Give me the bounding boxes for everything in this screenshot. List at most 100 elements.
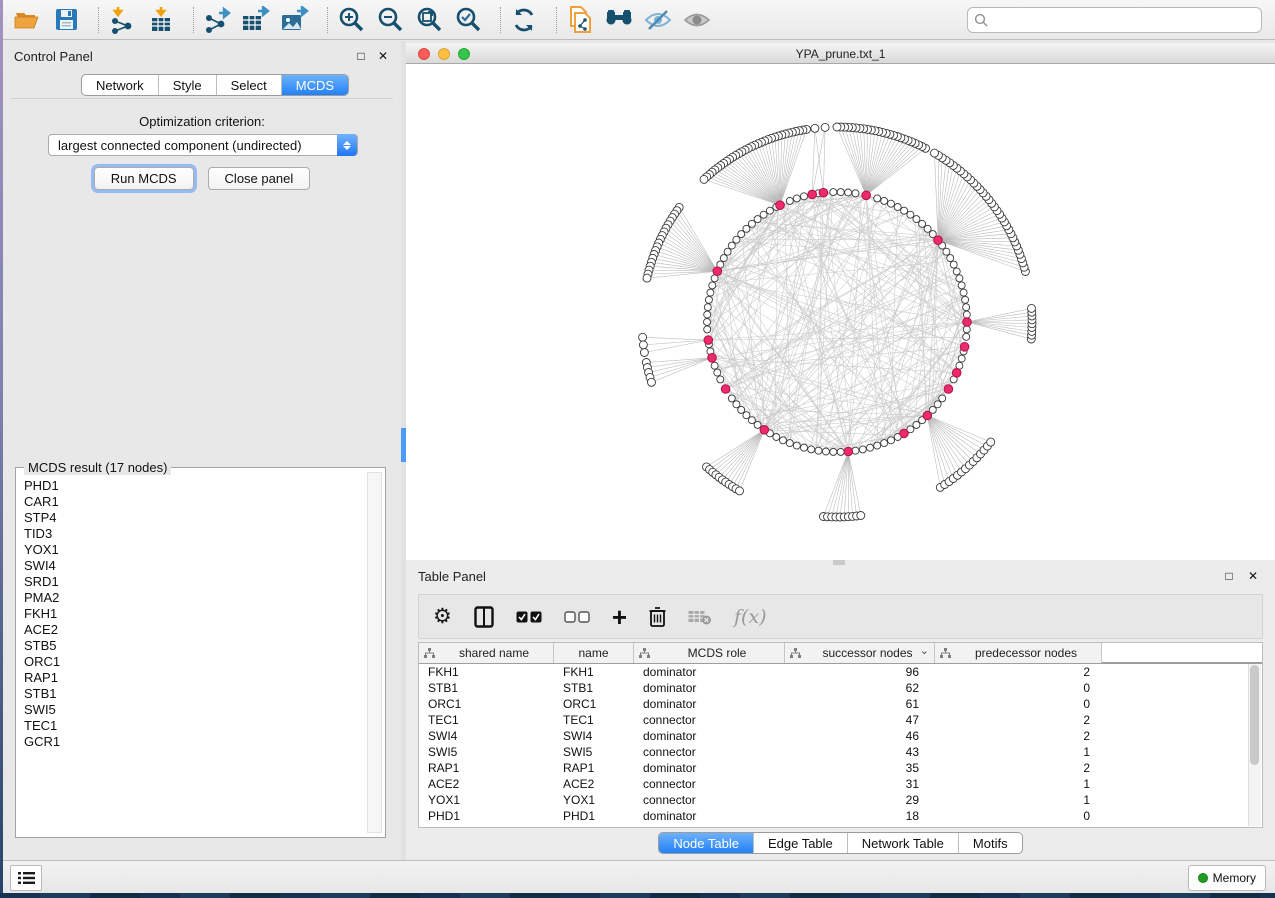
cell-name: ACE2 [554,776,634,792]
splitter-thumb[interactable] [833,560,845,565]
mcds-result-item[interactable]: SWI5 [24,702,365,718]
close-table-panel-icon[interactable]: ✕ [1245,568,1261,584]
toolbar-separator [193,7,194,33]
delete-table-icon[interactable] [688,604,712,630]
mcds-result-item[interactable]: GCR1 [24,734,365,750]
cell-shared_name: SWI5 [419,744,554,760]
cell-name: STB1 [554,680,634,696]
select-all-icon[interactable] [516,604,542,630]
export-image-icon[interactable] [280,5,310,35]
export-table-icon[interactable] [241,5,271,35]
import-network-icon[interactable] [107,5,137,35]
optimization-criterion-select[interactable]: largest connected component (undirected) [48,134,358,156]
tab-select[interactable]: Select [217,75,282,95]
desktop-edge-left [0,0,3,898]
select-stepper-icon[interactable] [337,134,357,156]
float-panel-icon[interactable]: □ [353,48,369,64]
search-box [967,7,1262,33]
column-header-MCDS-role[interactable]: MCDS role [634,643,785,663]
save-session-icon[interactable] [51,5,81,35]
column-header-successor-nodes[interactable]: successor nodes⌄ [785,643,935,663]
column-header-name[interactable]: name [554,643,634,663]
create-column-icon[interactable]: + [612,604,627,630]
tab-edge-table[interactable]: Edge Table [754,833,848,853]
refresh-layout-icon[interactable] [509,5,539,35]
run-mcds-button[interactable]: Run MCDS [94,167,194,190]
table-panel-title: Table Panel [418,569,486,584]
network-canvas[interactable] [406,64,1275,560]
mcds-result-item[interactable]: ORC1 [24,654,365,670]
delete-column-icon[interactable] [649,604,666,630]
zoom-selected-icon[interactable] [453,5,483,35]
zoom-in-icon[interactable] [336,5,366,35]
mcds-result-item[interactable]: TEC1 [24,718,365,734]
column-label: shared name [435,646,553,660]
mcds-result-item[interactable]: RAP1 [24,670,365,686]
column-header-shared-name[interactable]: shared name [419,643,554,663]
function-builder-icon[interactable]: f(x) [734,604,767,630]
table-row[interactable]: YOX1YOX1connector291 [419,792,1262,808]
zoom-fit-icon[interactable] [414,5,444,35]
show-columns-icon[interactable] [474,604,494,630]
first-neighbors-icon[interactable] [604,5,634,35]
cell-name: SWI4 [554,728,634,744]
deselect-all-icon[interactable] [564,604,590,630]
table-row[interactable]: ACE2ACE2connector311 [419,776,1262,792]
float-table-panel-icon[interactable]: □ [1221,568,1237,584]
criterion-value: largest connected component (undirected) [58,138,302,153]
hide-selected-icon[interactable] [643,5,673,35]
mcds-result-title: MCDS result (17 nodes) [24,460,171,475]
search-input[interactable] [989,10,1261,30]
table-scrollbar-thumb[interactable] [1250,665,1259,765]
mcds-result-item[interactable]: STP4 [24,510,365,526]
cell-predecessor_nodes: 2 [935,760,1102,776]
mcds-result-item[interactable]: YOX1 [24,542,365,558]
cell-mcds_role: dominator [634,664,785,680]
zoom-out-icon[interactable] [375,5,405,35]
mcds-result-item[interactable]: STB5 [24,638,365,654]
table-row[interactable]: FKH1FKH1dominator962 [419,664,1262,680]
export-network-icon[interactable] [202,5,232,35]
tab-mcds[interactable]: MCDS [282,75,348,95]
mcds-result-item[interactable]: TID3 [24,526,365,542]
control-panel-tabbar: NetworkStyleSelectMCDS [81,74,349,96]
tab-network[interactable]: Network [82,75,159,95]
mcds-list-scrollbar[interactable] [367,472,382,833]
sort-desc-icon[interactable]: ⌄ [920,644,929,657]
tab-network-table[interactable]: Network Table [848,833,959,853]
column-header-predecessor-nodes[interactable]: predecessor nodes [935,643,1102,663]
mcds-result-item[interactable]: SRD1 [24,574,365,590]
cell-mcds_role: dominator [634,680,785,696]
new-network-from-selection-icon[interactable] [565,5,595,35]
mcds-result-item[interactable]: PHD1 [24,478,365,494]
mcds-result-item[interactable]: FKH1 [24,606,365,622]
tab-node-table[interactable]: Node Table [659,833,754,853]
open-session-icon[interactable] [12,5,42,35]
cell-shared_name: STB1 [419,680,554,696]
mcds-result-item[interactable]: SWI4 [24,558,365,574]
task-history-button[interactable] [10,865,42,891]
mcds-result-box: MCDS result (17 nodes) PHD1CAR1STP4TID3Y… [15,467,386,838]
table-scrollbar[interactable] [1248,664,1261,826]
mcds-result-item[interactable]: PMA2 [24,590,365,606]
memory-button[interactable]: Memory [1188,865,1266,891]
close-panel-button[interactable]: Close panel [208,167,311,190]
table-row[interactable]: STB1STB1dominator620 [419,680,1262,696]
network-view-titlebar[interactable]: YPA_prune.txt_1 [406,43,1275,64]
mcds-result-item[interactable]: ACE2 [24,622,365,638]
tab-style[interactable]: Style [159,75,217,95]
mcds-result-item[interactable]: CAR1 [24,494,365,510]
cell-successor_nodes: 62 [785,680,935,696]
import-table-icon[interactable] [146,5,176,35]
table-row[interactable]: SWI5SWI5connector431 [419,744,1262,760]
table-settings-icon[interactable]: ⚙ [433,604,452,630]
tab-motifs[interactable]: Motifs [959,833,1022,853]
mcds-result-item[interactable]: STB1 [24,686,365,702]
table-row[interactable]: PHD1PHD1dominator180 [419,808,1262,824]
close-panel-icon[interactable]: ✕ [375,48,391,64]
table-row[interactable]: ORC1ORC1dominator610 [419,696,1262,712]
table-row[interactable]: SWI4SWI4dominator462 [419,728,1262,744]
table-row[interactable]: RAP1RAP1dominator352 [419,760,1262,776]
table-row[interactable]: TEC1TEC1connector472 [419,712,1262,728]
show-all-icon[interactable] [682,5,712,35]
